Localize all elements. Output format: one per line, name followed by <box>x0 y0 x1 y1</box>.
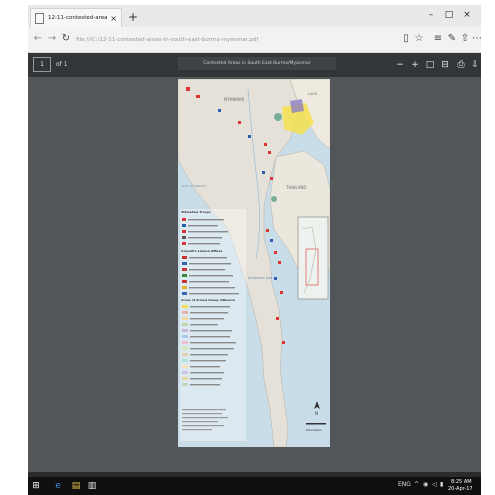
tab-close-button[interactable]: × <box>110 14 117 23</box>
page-count: of 1 <box>56 61 68 68</box>
favorite-star-icon[interactable]: ☆ <box>413 33 425 44</box>
north-arrow-label: N <box>315 411 318 416</box>
andaman-sea-label: Andaman Sea <box>248 276 272 280</box>
more-icon[interactable]: ⋯ <box>471 33 481 44</box>
forward-icon[interactable]: → <box>45 33 59 44</box>
share-icon[interactable]: ⇧ <box>459 33 471 44</box>
legend-heading-ceasefire: Ceasefire Liaison Offices <box>181 249 223 253</box>
pdf-viewer[interactable]: MYANMAR THAILAND LAOS Andaman Sea Gulf o… <box>28 77 481 472</box>
minimize-button[interactable]: – <box>424 10 438 20</box>
document-title: Contested Areas in South East Burma/Myan… <box>178 57 336 70</box>
tab-title: 12-11-contested-areas- <box>48 15 108 21</box>
windows-start-icon[interactable]: ⊞ <box>30 480 42 492</box>
thailand-label: THAILAND <box>285 185 307 190</box>
battery-icon[interactable]: ▮ <box>440 481 443 488</box>
influence-purple <box>290 99 304 113</box>
pdf-page: MYANMAR THAILAND LAOS Andaman Sea Gulf o… <box>178 79 330 447</box>
page-number-input[interactable]: 1 <box>33 57 51 72</box>
map-image: MYANMAR THAILAND LAOS Andaman Sea Gulf o… <box>178 79 330 447</box>
two-page-icon[interactable]: ⊟ <box>439 59 451 71</box>
hub-icon[interactable]: ≡ <box>432 33 444 44</box>
new-tab-button[interactable]: + <box>126 10 140 24</box>
reading-view-icon[interactable]: ▯ <box>400 33 412 44</box>
file-explorer-icon[interactable]: ▤ <box>70 480 82 492</box>
back-icon[interactable]: ← <box>31 33 45 44</box>
legend-heading-troops: Tatmadaw Troops <box>181 210 211 214</box>
url-field[interactable]: file:///C:/12-11-contested-areas-in-sout… <box>76 33 376 47</box>
scale-label: Kilometers <box>306 428 322 432</box>
fit-page-icon[interactable]: □ <box>424 59 436 71</box>
language-indicator[interactable]: ENG <box>398 481 411 488</box>
close-window-button[interactable]: × <box>460 10 474 20</box>
document-app-icon[interactable]: ▥ <box>86 480 98 492</box>
clock-time[interactable]: 8:25 AM <box>451 479 472 485</box>
tray-chevron-icon[interactable]: ^ <box>414 481 419 488</box>
pdf-file-icon <box>35 12 44 24</box>
network-icon[interactable]: ◉ <box>423 481 428 488</box>
edge-browser-icon[interactable]: e <box>52 480 64 492</box>
zoom-in-icon[interactable]: + <box>409 59 421 71</box>
myanmar-label: MYANMAR <box>224 97 245 102</box>
map-legend: Tatmadaw Troops Ceasefire Liaison Office… <box>180 209 246 441</box>
influence-green <box>274 113 282 121</box>
laos-label: LAOS <box>308 92 318 96</box>
pdf-toolbar: 1 of 1 Contested Areas in South East Bur… <box>28 53 481 77</box>
browser-tab[interactable]: 12-11-contested-areas- × <box>30 8 122 27</box>
tab-bar: 12-11-contested-areas- × + – □ × <box>28 5 481 27</box>
web-note-icon[interactable]: ✎ <box>446 33 458 44</box>
maximize-button[interactable]: □ <box>442 10 456 20</box>
clock-date[interactable]: 20-Apr-17 <box>448 486 473 492</box>
print-icon[interactable]: ⎙ <box>455 59 467 71</box>
refresh-icon[interactable]: ↻ <box>59 33 73 44</box>
browser-window: 12-11-contested-areas- × + – □ × ← → ↻ f… <box>28 5 481 495</box>
volume-icon[interactable]: ◁ <box>432 481 437 488</box>
taskbar: ⊞ e ▤ ▥ ENG ^ ◉ ◁ ▮ 8:25 AM 20-Apr-17 <box>28 477 481 495</box>
save-icon[interactable]: ⇩ <box>469 59 481 71</box>
zoom-out-icon[interactable]: − <box>394 59 406 71</box>
address-bar: ← → ↻ file:///C:/12-11-contested-areas-i… <box>28 27 481 53</box>
inset-map <box>297 216 329 300</box>
legend-heading-influence: Areas of Armed Group Influence <box>181 298 235 302</box>
gulf-label: Gulf of Thailand <box>182 184 206 188</box>
